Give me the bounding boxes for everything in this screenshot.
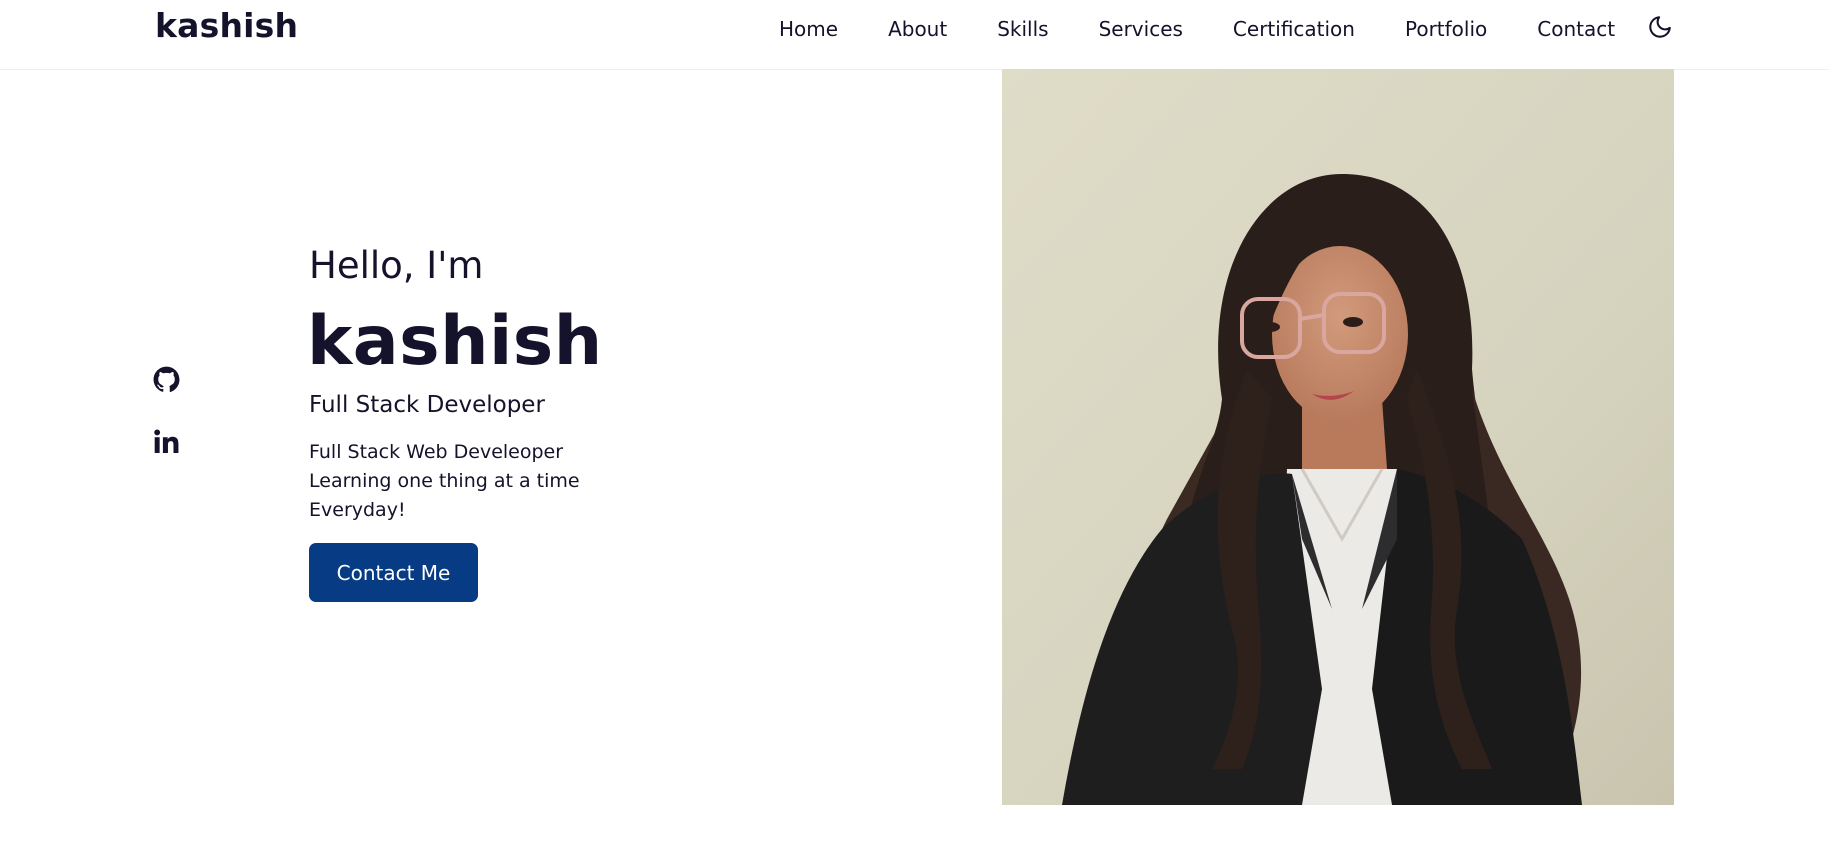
profile-photo (1002, 69, 1674, 805)
nav-about[interactable]: About (888, 17, 947, 41)
hero-description-line: Everyday! (309, 499, 406, 521)
hero-description-line: Learning one thing at a time (309, 470, 580, 492)
site-header: kashish Home About Skills Services Certi… (0, 0, 1829, 70)
linkedin-icon[interactable] (153, 428, 180, 455)
hero-description: Full Stack Web Develeoper Learning one t… (309, 438, 629, 525)
hero-name: kashish (307, 302, 603, 381)
hero-role: Full Stack Developer (309, 392, 545, 418)
nav-home[interactable]: Home (779, 17, 838, 41)
nav-contact[interactable]: Contact (1537, 17, 1615, 41)
nav-skills[interactable]: Skills (997, 17, 1048, 41)
nav-services[interactable]: Services (1099, 17, 1183, 41)
github-icon[interactable] (153, 366, 180, 393)
moon-icon[interactable] (1647, 14, 1673, 40)
contact-me-button[interactable]: Contact Me (309, 543, 478, 602)
nav-portfolio[interactable]: Portfolio (1405, 17, 1487, 41)
nav-certification[interactable]: Certification (1233, 17, 1355, 41)
site-logo[interactable]: kashish (155, 6, 298, 45)
hero-description-line: Full Stack Web Develeoper (309, 441, 564, 463)
hero-greeting: Hello, I'm (309, 244, 484, 287)
main-nav: Home About Skills Services Certification… (779, 17, 1615, 41)
